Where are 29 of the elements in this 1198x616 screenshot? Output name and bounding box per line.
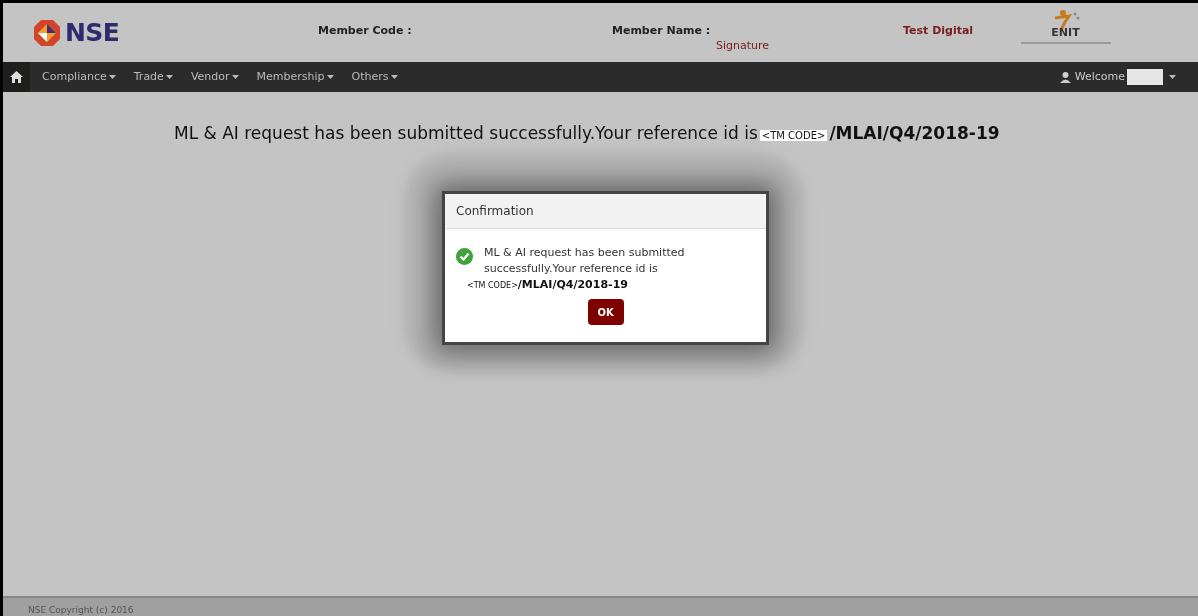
dialog-title: Confirmation [456, 203, 534, 220]
home-icon[interactable] [3, 62, 30, 92]
dialog-message: ML & AI request has been submitted successfully.Your reference id is [484, 245, 686, 277]
member-code-label: Member Code : [318, 23, 412, 39]
user-icon [1059, 71, 1071, 83]
logo-text: NSE [65, 16, 120, 49]
caret-icon [231, 75, 239, 79]
redacted-block [1127, 69, 1163, 85]
welcome-menu[interactable]: Welcome [1074, 68, 1176, 86]
nav-menu-item[interactable]: Trade [133, 68, 173, 86]
signature-text: Signature [716, 38, 770, 54]
nav-menu-item[interactable]: Membership [256, 68, 334, 86]
caret-icon [390, 75, 398, 79]
member-name-label: Member Name : [612, 23, 711, 39]
test-digital-text: Test Digital [903, 23, 974, 39]
reference-id: <TM CODE>/MLAI/Q4/2018-19 [467, 277, 629, 293]
caret-icon [326, 75, 334, 79]
caret-icon [108, 75, 116, 79]
logo-icon [33, 18, 61, 47]
nav-menu-item[interactable]: Vendor [190, 68, 239, 86]
ok-button[interactable]: OK [587, 299, 624, 325]
partner-logo-text: ENIT [1051, 27, 1080, 38]
footer-text: NSE Copyright (c) 2016 [28, 604, 134, 616]
caret-icon [165, 75, 173, 79]
caret-icon [1169, 75, 1176, 79]
nav-menu-item[interactable]: Others [351, 68, 398, 86]
nav-menu-item[interactable]: Compliance [42, 68, 116, 86]
success-check-icon [456, 248, 473, 265]
success-banner: ML & AI request has been submitted successfully.Your reference id is <TM CODE> /MLAI/Q4/2018-19 [174, 121, 1198, 147]
